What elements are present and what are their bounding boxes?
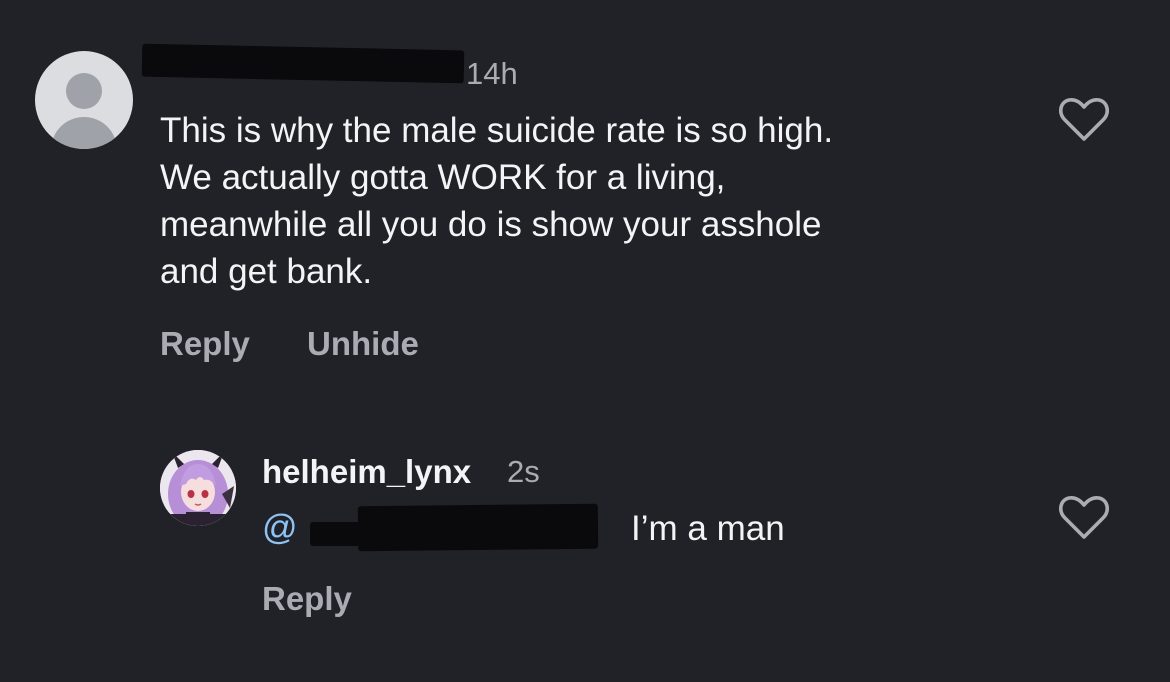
redacted-username bbox=[141, 43, 465, 84]
redacted-mention-edge bbox=[310, 522, 370, 546]
heart-icon[interactable] bbox=[1058, 493, 1110, 541]
user-avatar-icon[interactable] bbox=[35, 51, 133, 149]
anime-girl-avatar-icon bbox=[160, 450, 236, 526]
comment-timestamp: 14h bbox=[466, 56, 518, 91]
heart-icon[interactable] bbox=[1058, 95, 1110, 143]
avatar-head-shape bbox=[66, 73, 102, 109]
redacted-mention bbox=[357, 503, 599, 552]
reply-button[interactable]: Reply bbox=[262, 580, 352, 618]
unhide-button[interactable]: Unhide bbox=[307, 325, 419, 363]
avatar-body-shape bbox=[51, 117, 117, 149]
comment-username[interactable]: helheim_lynx bbox=[262, 453, 471, 491]
user-avatar-icon[interactable] bbox=[160, 450, 236, 526]
reply-text: I’m a man bbox=[631, 509, 785, 548]
reply-button[interactable]: Reply bbox=[160, 325, 250, 363]
comment-timestamp: 2s bbox=[507, 454, 540, 489]
comment-1: 14h This is why the male suicide rate is… bbox=[0, 0, 1170, 400]
comment-text: This is why the male suicide rate is so … bbox=[160, 111, 834, 291]
